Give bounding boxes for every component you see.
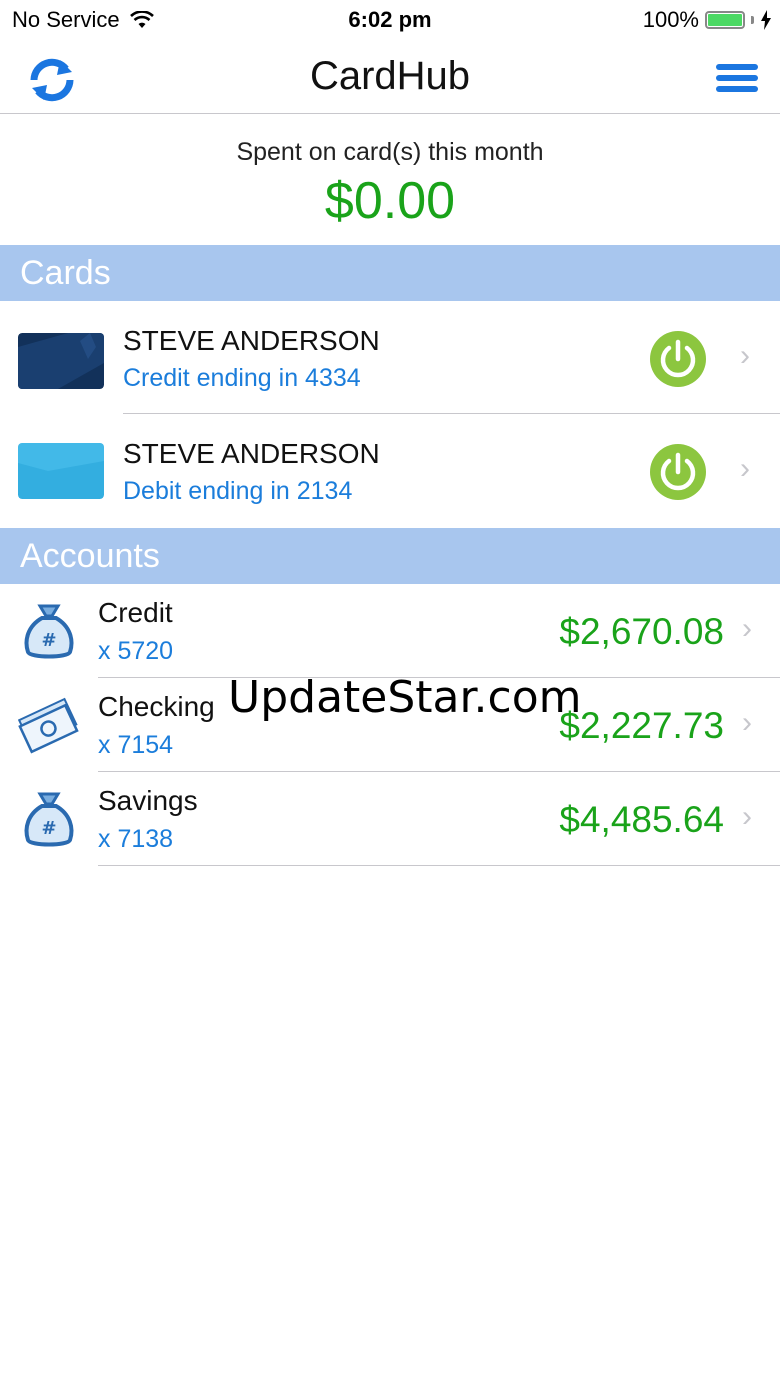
chevron-right-icon: › — [742, 800, 752, 833]
svg-text:#: # — [41, 818, 56, 839]
card-holder-name: STEVE ANDERSON — [123, 325, 380, 356]
card-subtitle: Credit ending in 4334 — [123, 364, 361, 392]
spent-amount: $0.00 — [324, 172, 456, 230]
hamburger-menu-button[interactable] — [716, 64, 758, 96]
hamburger-line — [716, 86, 758, 92]
battery-icon — [705, 11, 745, 29]
card-power-toggle[interactable] — [650, 444, 706, 500]
status-right: 100% — [643, 7, 772, 33]
chevron-right-icon: › — [742, 706, 752, 739]
app-title: CardHub — [309, 54, 471, 98]
credit-card-icon — [18, 333, 104, 389]
account-number: x 7138 — [98, 825, 174, 853]
money-bag-icon: # — [24, 792, 74, 847]
chevron-right-icon: › — [740, 452, 750, 485]
accounts-section-title: Accounts — [20, 537, 160, 575]
card-power-toggle[interactable] — [650, 331, 706, 387]
money-bag-icon: # — [24, 604, 74, 659]
power-icon — [660, 339, 696, 378]
cards-section-header: Cards — [0, 245, 780, 301]
account-balance: $2,670.08 — [559, 611, 724, 652]
status-bar: No Service 6:02 pm 100% — [0, 0, 780, 40]
account-name: Savings — [98, 785, 198, 816]
power-icon — [660, 452, 696, 491]
account-name: Checking — [98, 691, 215, 722]
hamburger-line — [716, 75, 758, 81]
hamburger-menu-icon — [716, 64, 758, 70]
account-balance: $2,227.73 — [559, 705, 724, 746]
chevron-right-icon: › — [740, 339, 750, 372]
account-number: x 5720 — [98, 637, 174, 665]
accounts-section-header: Accounts — [0, 528, 780, 584]
account-row[interactable]: # Savings x 7138 $4,485.64 › — [0, 772, 780, 866]
divider — [98, 865, 780, 866]
charging-bolt-icon — [761, 10, 771, 30]
card-row[interactable]: STEVE ANDERSON Debit ending in 2134 › — [0, 414, 780, 527]
account-balance: $4,485.64 — [559, 799, 724, 840]
svg-text:#: # — [41, 630, 56, 651]
account-name: Credit — [98, 597, 173, 628]
card-row[interactable]: STEVE ANDERSON Credit ending in 4334 › — [0, 301, 780, 414]
battery-cap — [751, 16, 754, 24]
card-holder-name: STEVE ANDERSON — [123, 438, 380, 469]
chevron-right-icon: › — [742, 612, 752, 645]
nav-bar: CardHub — [0, 40, 780, 114]
card-subtitle: Debit ending in 2134 — [123, 477, 353, 505]
watermark-text: UpdateStar.com — [228, 672, 582, 723]
battery-percent: 100% — [642, 7, 699, 32]
debit-card-icon — [18, 443, 104, 499]
battery-fill — [708, 14, 742, 26]
cards-section-title: Cards — [20, 254, 111, 292]
cash-stack-icon — [18, 697, 79, 754]
account-row[interactable]: # Credit x 5720 $2,670.08 › — [0, 584, 780, 678]
account-number: x 7154 — [98, 731, 174, 759]
spent-summary: Spent on card(s) this month $0.00 — [0, 114, 780, 245]
spent-label: Spent on card(s) this month — [236, 138, 544, 166]
